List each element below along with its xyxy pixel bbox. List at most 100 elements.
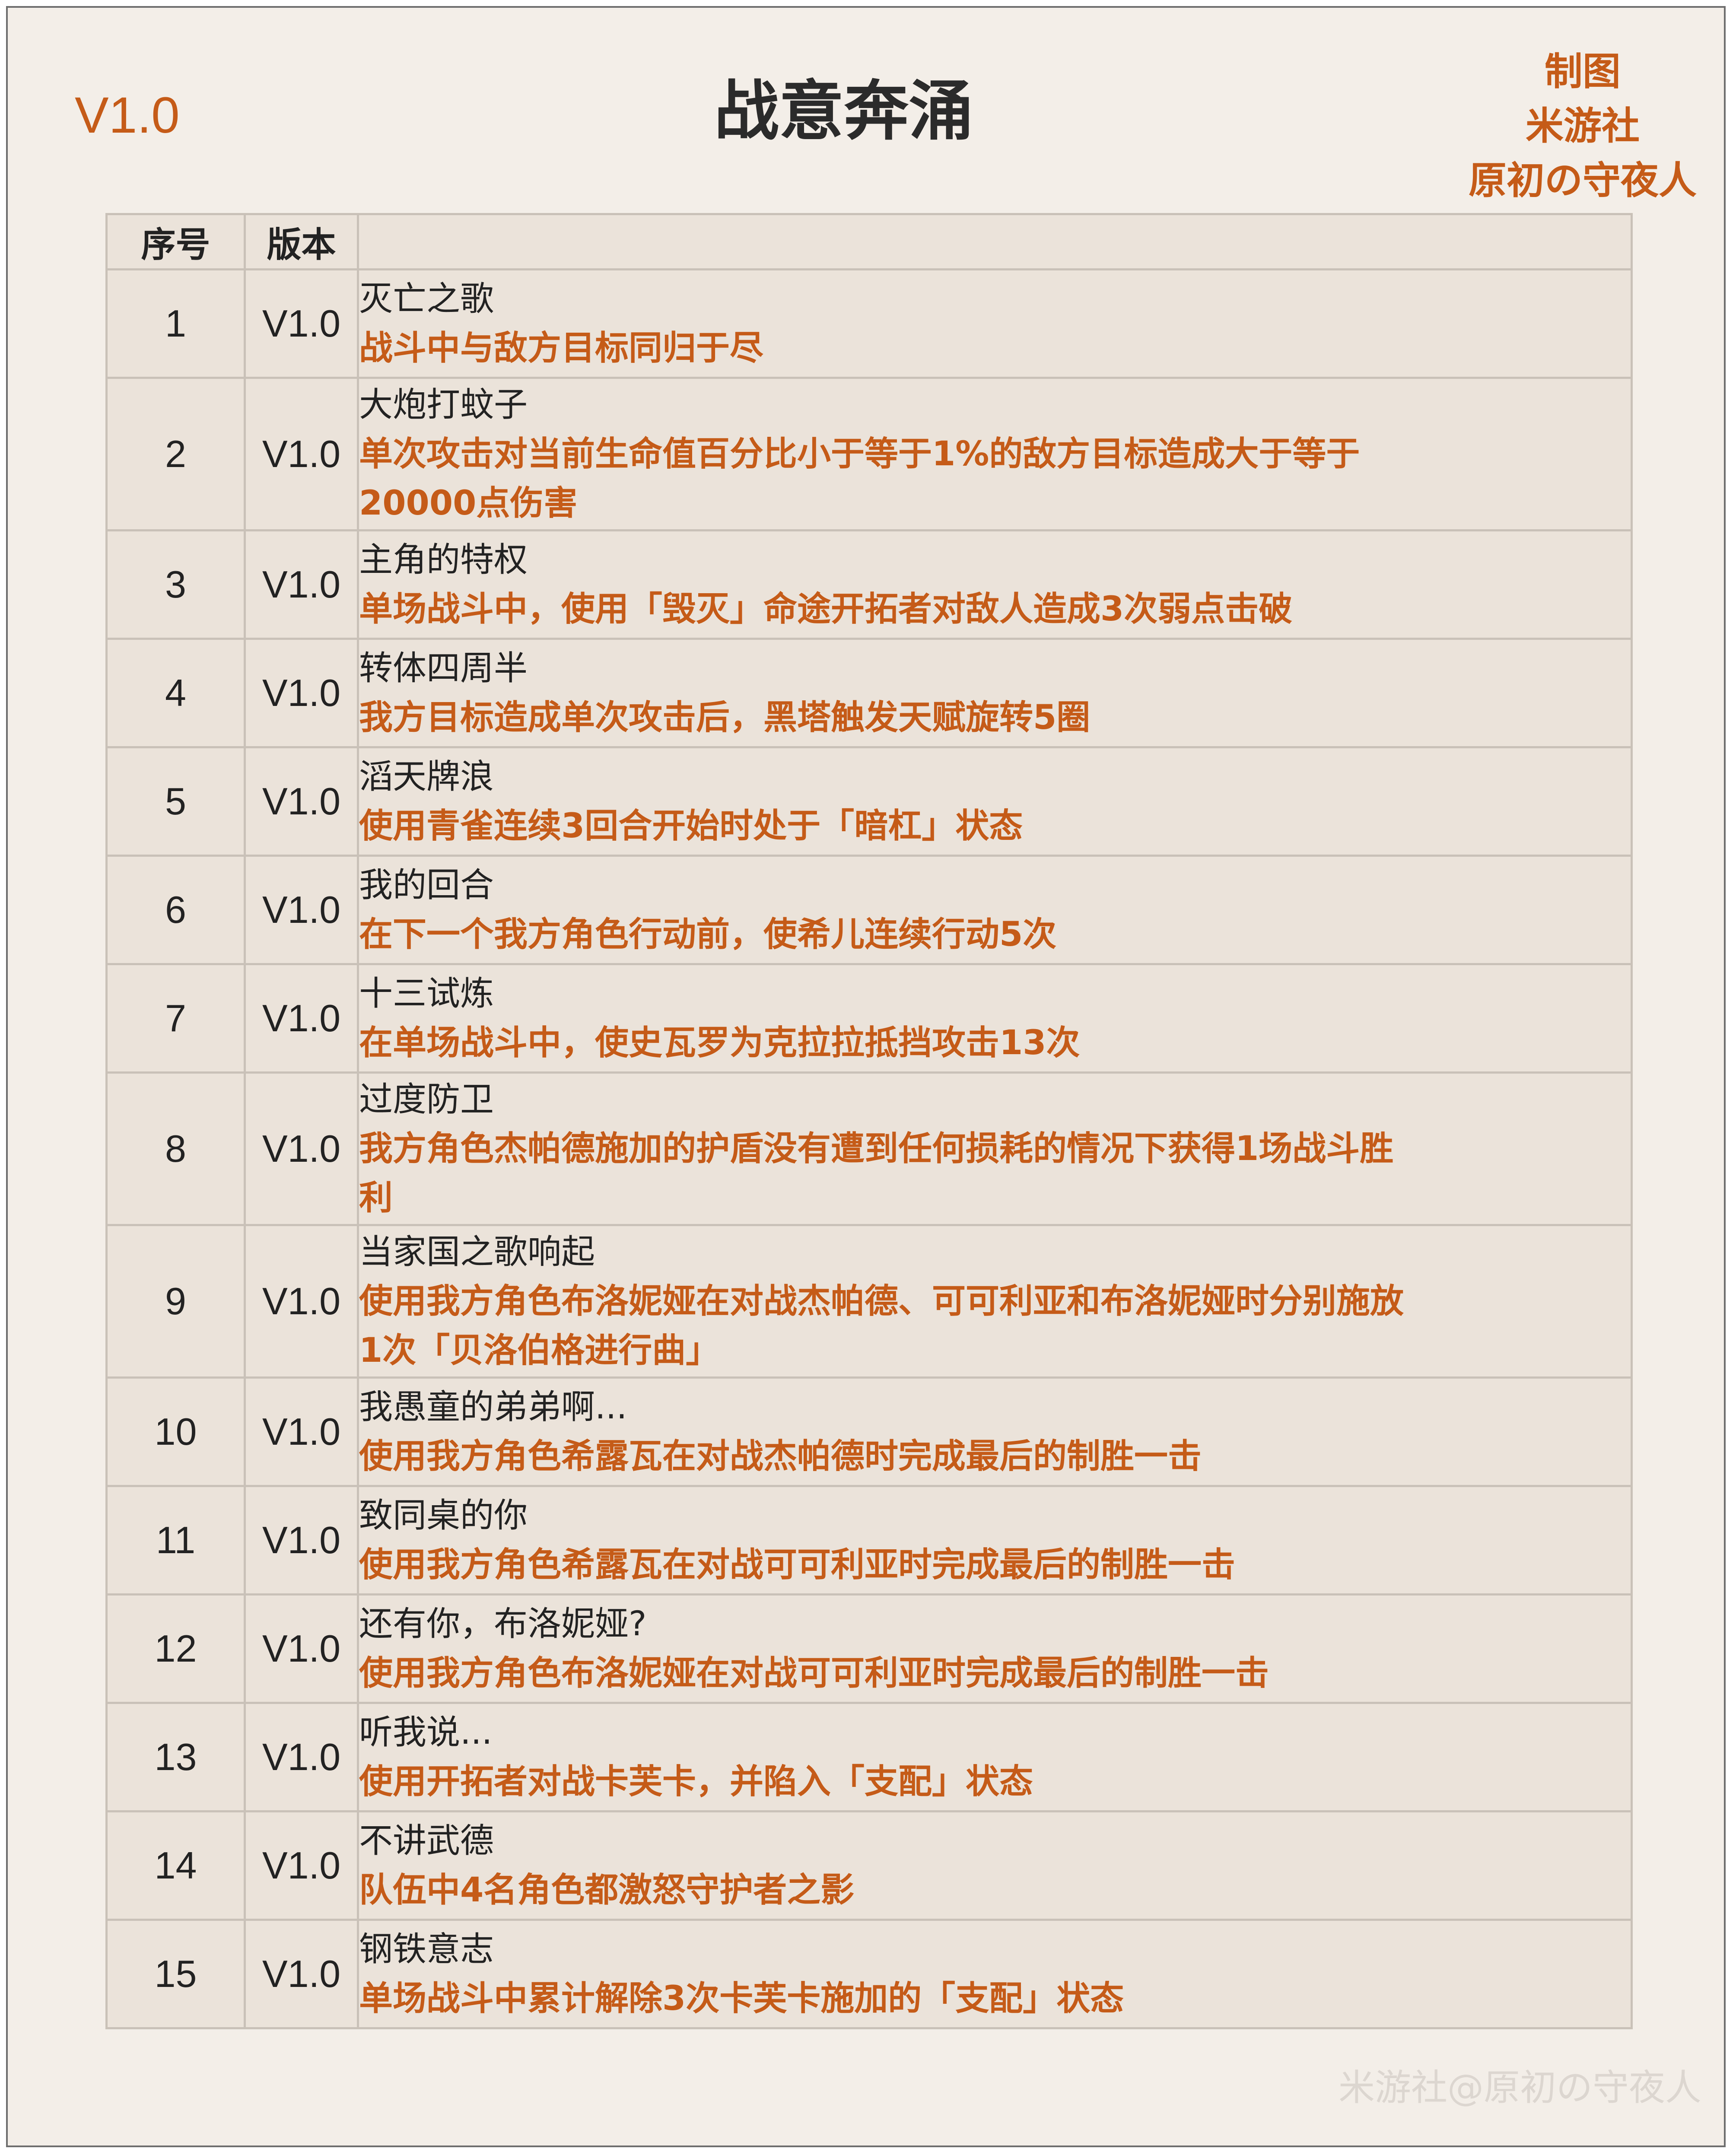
achievement-name: 滔天牌浪: [359, 757, 494, 796]
table-header-row: 序号 版本: [105, 213, 1633, 270]
achievement-name: 转体四周半: [359, 649, 528, 688]
table-row: 13 V1.0 听我说... 使用开拓者对战卡芙卡，并陷入「支配」状态: [105, 1702, 1633, 1812]
row-index: 12: [105, 1593, 246, 1704]
row-version: V1.0: [244, 1919, 359, 2029]
achievement-description: 我方目标造成单次攻击后，黑塔触发天赋旋转5圈: [359, 698, 1091, 737]
achievement-description: 使用我方角色布洛妮娅在对战杰帕德、可可利亚和布洛妮娅时分别施放1次「贝洛伯格进行…: [359, 1282, 1404, 1370]
row-achievement-cell: 我的回合 在下一个我方角色行动前，使希儿连续行动5次: [357, 855, 1633, 965]
row-index: 9: [105, 1224, 246, 1379]
achievement-name: 钢铁意志: [359, 1930, 494, 1969]
achievement-description: 在单场战斗中，使史瓦罗为克拉拉抵挡攻击13次: [359, 1023, 1080, 1062]
achievement-description: 使用我方角色希露瓦在对战杰帕德时完成最后的制胜一击: [359, 1437, 1202, 1476]
achievement-description: 在下一个我方角色行动前，使希儿连续行动5次: [359, 915, 1057, 954]
table-row: 14 V1.0 不讲武德 队伍中4名角色都激怒守护者之影: [105, 1810, 1633, 1921]
achievement-name: 我愚童的弟弟啊...: [359, 1388, 627, 1427]
achievement-description: 队伍中4名角色都激怒守护者之影: [359, 1871, 855, 1910]
row-index: 5: [105, 746, 246, 857]
achievement-description: 单场战斗中累计解除3次卡芙卡施加的「支配」状态: [359, 1979, 1124, 2018]
table-row: 12 V1.0 还有你，布洛妮娅? 使用我方角色布洛妮娅在对战可可利亚时完成最后…: [105, 1593, 1633, 1704]
achievement-description: 使用我方角色希露瓦在对战可可利亚时完成最后的制胜一击: [359, 1545, 1236, 1584]
row-index: 7: [105, 963, 246, 1074]
row-version: V1.0: [244, 268, 359, 379]
row-achievement-cell: 过度防卫 我方角色杰帕德施加的护盾没有遭到任何损耗的情况下获得1场战斗胜利: [357, 1071, 1633, 1226]
row-index: 4: [105, 638, 246, 748]
achievement-name: 致同桌的你: [359, 1496, 528, 1535]
row-index: 13: [105, 1702, 246, 1812]
row-version: V1.0: [244, 855, 359, 965]
row-index: 11: [105, 1485, 246, 1596]
row-version: V1.0: [244, 1810, 359, 1921]
row-version: V1.0: [244, 963, 359, 1074]
row-achievement-cell: 致同桌的你 使用我方角色希露瓦在对战可可利亚时完成最后的制胜一击: [357, 1485, 1633, 1596]
watermark: 米游社@原初の守夜人: [1338, 2066, 1701, 2109]
row-version: V1.0: [244, 1702, 359, 1812]
row-index: 6: [105, 855, 246, 965]
table-row: 2 V1.0 大炮打蚊子 单次攻击对当前生命值百分比小于等于1%的敌方目标造成大…: [105, 377, 1633, 531]
achievement-description: 使用开拓者对战卡芙卡，并陷入「支配」状态: [359, 1762, 1033, 1801]
row-achievement-cell: 转体四周半 我方目标造成单次攻击后，黑塔触发天赋旋转5圈: [357, 638, 1633, 748]
row-version: V1.0: [244, 746, 359, 857]
row-version: V1.0: [244, 1071, 359, 1226]
achievement-name: 听我说...: [359, 1713, 493, 1752]
table-row: 7 V1.0 十三试炼 在单场战斗中，使史瓦罗为克拉拉抵挡攻击13次: [105, 963, 1633, 1074]
row-version: V1.0: [244, 377, 359, 531]
table-row: 10 V1.0 我愚童的弟弟啊... 使用我方角色希露瓦在对战杰帕德时完成最后的…: [105, 1376, 1633, 1487]
row-version: V1.0: [244, 1485, 359, 1596]
credit-line: 制图: [1544, 49, 1621, 94]
row-version: V1.0: [244, 1376, 359, 1487]
column-header-achievement: [357, 213, 1633, 270]
row-index: 10: [105, 1376, 246, 1487]
credit-line: 米游社: [1525, 104, 1640, 148]
row-achievement-cell: 钢铁意志 单场战斗中累计解除3次卡芙卡施加的「支配」状态: [357, 1919, 1633, 2029]
row-achievement-cell: 滔天牌浪 使用青雀连续3回合开始时处于「暗杠」状态: [357, 746, 1633, 857]
achievement-name: 十三试炼: [359, 974, 494, 1013]
table-row: 15 V1.0 钢铁意志 单场战斗中累计解除3次卡芙卡施加的「支配」状态: [105, 1919, 1633, 2029]
achievement-name: 大炮打蚊子: [359, 385, 528, 424]
credit-line: 原初の守夜人: [1468, 158, 1697, 203]
row-version: V1.0: [244, 1224, 359, 1379]
achievement-name: 过度防卫: [359, 1080, 494, 1119]
row-achievement-cell: 我愚童的弟弟啊... 使用我方角色希露瓦在对战杰帕德时完成最后的制胜一击: [357, 1376, 1633, 1487]
achievement-description: 使用我方角色布洛妮娅在对战可可利亚时完成最后的制胜一击: [359, 1654, 1269, 1693]
row-index: 14: [105, 1810, 246, 1921]
achievement-description: 我方角色杰帕德施加的护盾没有遭到任何损耗的情况下获得1场战斗胜利: [359, 1129, 1394, 1217]
column-header-index: 序号: [105, 213, 246, 270]
row-achievement-cell: 主角的特权 单场战斗中，使用「毁灭」命途开拓者对敌人造成3次弱点击破: [357, 529, 1633, 640]
row-version: V1.0: [244, 529, 359, 640]
row-achievement-cell: 不讲武德 队伍中4名角色都激怒守护者之影: [357, 1810, 1633, 1921]
row-index: 2: [105, 377, 246, 531]
achievement-description: 单次攻击对当前生命值百分比小于等于1%的敌方目标造成大于等于20000点伤害: [359, 435, 1360, 523]
row-achievement-cell: 听我说... 使用开拓者对战卡芙卡，并陷入「支配」状态: [357, 1702, 1633, 1812]
row-version: V1.0: [244, 638, 359, 748]
row-version: V1.0: [244, 1593, 359, 1704]
table-row: 11 V1.0 致同桌的你 使用我方角色希露瓦在对战可可利亚时完成最后的制胜一击: [105, 1485, 1633, 1596]
row-index: 8: [105, 1071, 246, 1226]
row-achievement-cell: 大炮打蚊子 单次攻击对当前生命值百分比小于等于1%的敌方目标造成大于等于2000…: [357, 377, 1633, 531]
achievement-description: 战斗中与敌方目标同归于尽: [359, 329, 764, 368]
row-achievement-cell: 灭亡之歌 战斗中与敌方目标同归于尽: [357, 268, 1633, 379]
table-row: 4 V1.0 转体四周半 我方目标造成单次攻击后，黑塔触发天赋旋转5圈: [105, 638, 1633, 748]
column-header-version: 版本: [244, 213, 359, 270]
table-row: 9 V1.0 当家国之歌响起 使用我方角色布洛妮娅在对战杰帕德、可可利亚和布洛妮…: [105, 1224, 1633, 1379]
row-achievement-cell: 当家国之歌响起 使用我方角色布洛妮娅在对战杰帕德、可可利亚和布洛妮娅时分别施放1…: [357, 1224, 1633, 1379]
page-title: 战意奔涌: [714, 74, 973, 149]
achievement-name: 灭亡之歌: [359, 280, 494, 318]
row-achievement-cell: 还有你，布洛妮娅? 使用我方角色布洛妮娅在对战可可利亚时完成最后的制胜一击: [357, 1593, 1633, 1704]
table-row: 8 V1.0 过度防卫 我方角色杰帕德施加的护盾没有遭到任何损耗的情况下获得1场…: [105, 1071, 1633, 1226]
table-row: 5 V1.0 滔天牌浪 使用青雀连续3回合开始时处于「暗杠」状态: [105, 746, 1633, 857]
achievement-name: 主角的特权: [359, 540, 528, 579]
achievement-name: 不讲武德: [359, 1821, 494, 1860]
achievement-name: 还有你，布洛妮娅?: [359, 1605, 647, 1643]
row-index: 15: [105, 1919, 246, 2029]
achievement-description: 使用青雀连续3回合开始时处于「暗杠」状态: [359, 807, 1023, 845]
row-achievement-cell: 十三试炼 在单场战斗中，使史瓦罗为克拉拉抵挡攻击13次: [357, 963, 1633, 1074]
row-index: 1: [105, 268, 246, 379]
achievement-table: 序号 版本 1 V1.0 灭亡之歌 战斗中与敌方目标同归于尽 2 V1.0 大炮…: [105, 213, 1633, 2029]
row-index: 3: [105, 529, 246, 640]
credit-block: 制图 米游社 原初の守夜人: [1447, 44, 1719, 208]
achievement-description: 单场战斗中，使用「毁灭」命途开拓者对敌人造成3次弱点击破: [359, 590, 1293, 629]
achievement-name: 当家国之歌响起: [359, 1233, 595, 1271]
table-row: 1 V1.0 灭亡之歌 战斗中与敌方目标同归于尽: [105, 268, 1633, 379]
table-row: 6 V1.0 我的回合 在下一个我方角色行动前，使希儿连续行动5次: [105, 855, 1633, 965]
achievement-name: 我的回合: [359, 866, 494, 905]
